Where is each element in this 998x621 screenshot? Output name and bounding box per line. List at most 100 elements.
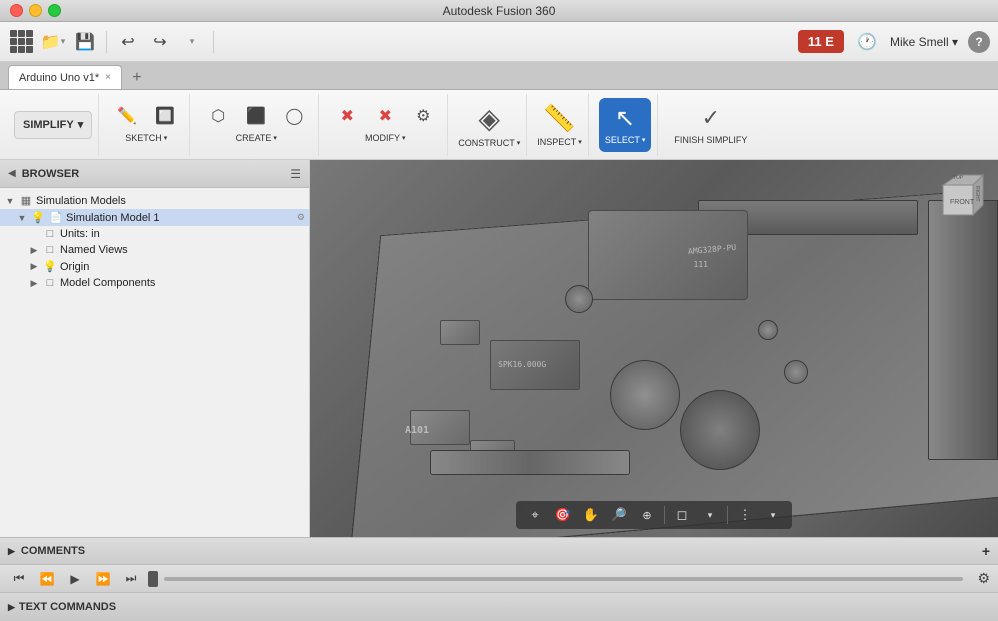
pcb-cap-large-2 [680, 390, 760, 470]
display-mode-button[interactable]: ◻ [669, 504, 695, 526]
create-btn-3[interactable]: ◯ [276, 104, 312, 128]
separator-2 [213, 31, 214, 53]
tree-item-sim-models[interactable]: ▼ ▦ Simulation Models [0, 192, 309, 209]
inspect-icon: 📏 [543, 103, 575, 134]
svg-text:FRONT: FRONT [950, 199, 975, 206]
create-button[interactable]: CREATE ▾ [230, 130, 283, 146]
browser-header: ◀ BROWSER ☰ [0, 160, 309, 188]
redo-button[interactable]: ↪ [147, 29, 173, 55]
look-at-button[interactable]: 🎯 [550, 504, 576, 526]
pcb-spk-module [490, 340, 580, 390]
modify-btn-3[interactable]: ⚙ [405, 104, 441, 128]
create-btn-1[interactable]: ⬡ [200, 104, 236, 128]
tree-item-origin[interactable]: ▶ 💡 Origin [0, 258, 309, 275]
playback-bar: ⏮ ⏪ ▶ ⏩ ⏭ ⚙ [0, 565, 998, 593]
browser-toggle[interactable]: ◀ [8, 168, 16, 179]
pcb-long-connector [430, 450, 630, 475]
view-options-button[interactable]: ⋮ [732, 504, 758, 526]
pcb-main-chip [588, 210, 748, 300]
title-bar: Autodesk Fusion 360 [0, 0, 998, 22]
construct-button[interactable]: CONSTRUCT ▾ [458, 138, 520, 148]
modify-group: ✖ ✖ ⚙ MODIFY ▾ [323, 94, 448, 156]
undo-arrow[interactable]: ▾ [179, 29, 205, 55]
pcb-small-chip-1 [410, 410, 470, 445]
browser-tree: ▼ ▦ Simulation Models ▼ 💡 📄 Simulation M… [0, 188, 309, 537]
sketch-btn-2[interactable]: 🔲 [147, 104, 183, 128]
comments-add-button[interactable]: + [982, 543, 990, 559]
maximize-button[interactable] [48, 4, 61, 17]
sketch-button[interactable]: SKETCH ▾ [119, 130, 173, 146]
tab-bar: Arduino Uno v1* × + [0, 62, 998, 90]
comments-label: COMMENTS [21, 545, 85, 557]
close-button[interactable] [10, 4, 23, 17]
zoom-in-button[interactable]: ⊕ [634, 504, 660, 526]
apps-grid-button[interactable] [8, 29, 34, 55]
new-tab-button[interactable]: + [126, 67, 148, 89]
pcb-small-cap-1 [565, 285, 593, 313]
zoom-fit-button[interactable]: 🔎 [606, 504, 632, 526]
construct-group: ◈ CONSTRUCT ▾ [452, 94, 527, 156]
viewport[interactable]: AMG328P-PU 111 SPK16.000G A101 FRON [310, 160, 998, 537]
separator [106, 31, 107, 53]
orbit-button[interactable]: ⌖ [522, 504, 548, 526]
tree-item-units[interactable]: □ Units: in [0, 226, 309, 242]
view-cube[interactable]: FRONT RIGHT TOP [928, 170, 988, 230]
display-mode-arrow[interactable]: ▾ [697, 504, 723, 526]
comments-bar: ▶ COMMENTS + [0, 537, 998, 565]
play-button[interactable]: ▶ [64, 570, 86, 588]
sketch-btn-1[interactable]: ✏️ [109, 104, 145, 128]
tree-item-model-components[interactable]: ▶ □ Model Components [0, 275, 309, 291]
construct-icon: ◈ [479, 102, 501, 135]
sketch-group: ✏️ 🔲 SKETCH ▾ [103, 94, 190, 156]
comments-arrow[interactable]: ▶ [8, 546, 15, 557]
tab-close-button[interactable]: × [105, 72, 111, 83]
undo-button[interactable]: ↩ [115, 29, 141, 55]
create-btn-2[interactable]: ⬛ [238, 104, 274, 128]
file-button[interactable]: 📁▾ [40, 29, 66, 55]
viewport-bottom-toolbar: ⌖ 🎯 ✋ 🔎 ⊕ ◻ ▾ ⋮ ▾ [516, 501, 792, 529]
pcb-small-cap-3 [758, 320, 778, 340]
finish-icon: ✓ [702, 105, 720, 131]
ribbon-toolbar: SIMPLIFY ▾ ✏️ 🔲 SKETCH ▾ ⬡ ⬛ [0, 90, 998, 160]
skip-to-start-button[interactable]: ⏮ [8, 570, 30, 588]
browser-panel: ◀ BROWSER ☰ ▼ ▦ Simulation Models ▼ 💡 📄 … [0, 160, 310, 537]
view-options-arrow[interactable]: ▾ [760, 504, 786, 526]
simplify-group: SIMPLIFY ▾ [8, 94, 99, 156]
modify-button[interactable]: MODIFY ▾ [359, 130, 412, 146]
inspect-group: 📏 INSPECT ▾ [531, 94, 589, 156]
modify-btn-1[interactable]: ✖ [329, 104, 365, 128]
pcb-connector-right [928, 200, 998, 460]
browser-title: BROWSER [22, 168, 285, 180]
view-cube-svg: FRONT RIGHT TOP [928, 170, 988, 230]
playback-settings-button[interactable]: ⚙ [977, 570, 990, 587]
finish-simplify-button[interactable]: ✓ FINISH SIMPLIFY [668, 98, 753, 152]
finish-group: ✓ FINISH SIMPLIFY [662, 94, 759, 156]
active-tab[interactable]: Arduino Uno v1* × [8, 65, 122, 89]
pcb-small-cap-2 [784, 360, 808, 384]
main-toolbar: 📁▾ 💾 ↩ ↪ ▾ 11 E 🕐 Mike Smell ▾ ? [0, 22, 998, 62]
timeline-marker[interactable] [148, 571, 158, 587]
save-button[interactable]: 💾 [72, 29, 98, 55]
tree-item-named-views[interactable]: ▶ □ Named Views [0, 242, 309, 258]
simplify-button[interactable]: SIMPLIFY ▾ [14, 111, 92, 139]
inspect-button[interactable]: INSPECT ▾ [537, 137, 582, 147]
svg-text:TOP: TOP [953, 175, 964, 181]
help-button[interactable]: ? [968, 31, 990, 53]
pan-button[interactable]: ✋ [578, 504, 604, 526]
timeline-bar[interactable] [164, 577, 963, 581]
tree-item-sim-model-1[interactable]: ▼ 💡 📄 Simulation Model 1 ⚙ [0, 209, 309, 226]
clock-button[interactable]: 🕐 [854, 29, 880, 55]
user-menu[interactable]: Mike Smell ▾ [890, 35, 958, 49]
browser-settings-button[interactable]: ☰ [290, 167, 301, 181]
text-commands-arrow[interactable]: ▶ [8, 602, 15, 613]
text-commands-bar: ▶ TEXT COMMANDS [0, 593, 998, 621]
step-back-button[interactable]: ⏪ [36, 570, 58, 588]
modify-btn-2[interactable]: ✖ [367, 104, 403, 128]
step-forward-button[interactable]: ⏩ [92, 570, 114, 588]
skip-to-end-button[interactable]: ⏭ [120, 570, 142, 588]
minimize-button[interactable] [29, 4, 42, 17]
svg-text:RIGHT: RIGHT [974, 186, 980, 202]
select-button[interactable]: ↖ SELECT ▾ [599, 98, 652, 152]
window-controls [10, 4, 61, 17]
tab-label: Arduino Uno v1* [19, 72, 99, 84]
